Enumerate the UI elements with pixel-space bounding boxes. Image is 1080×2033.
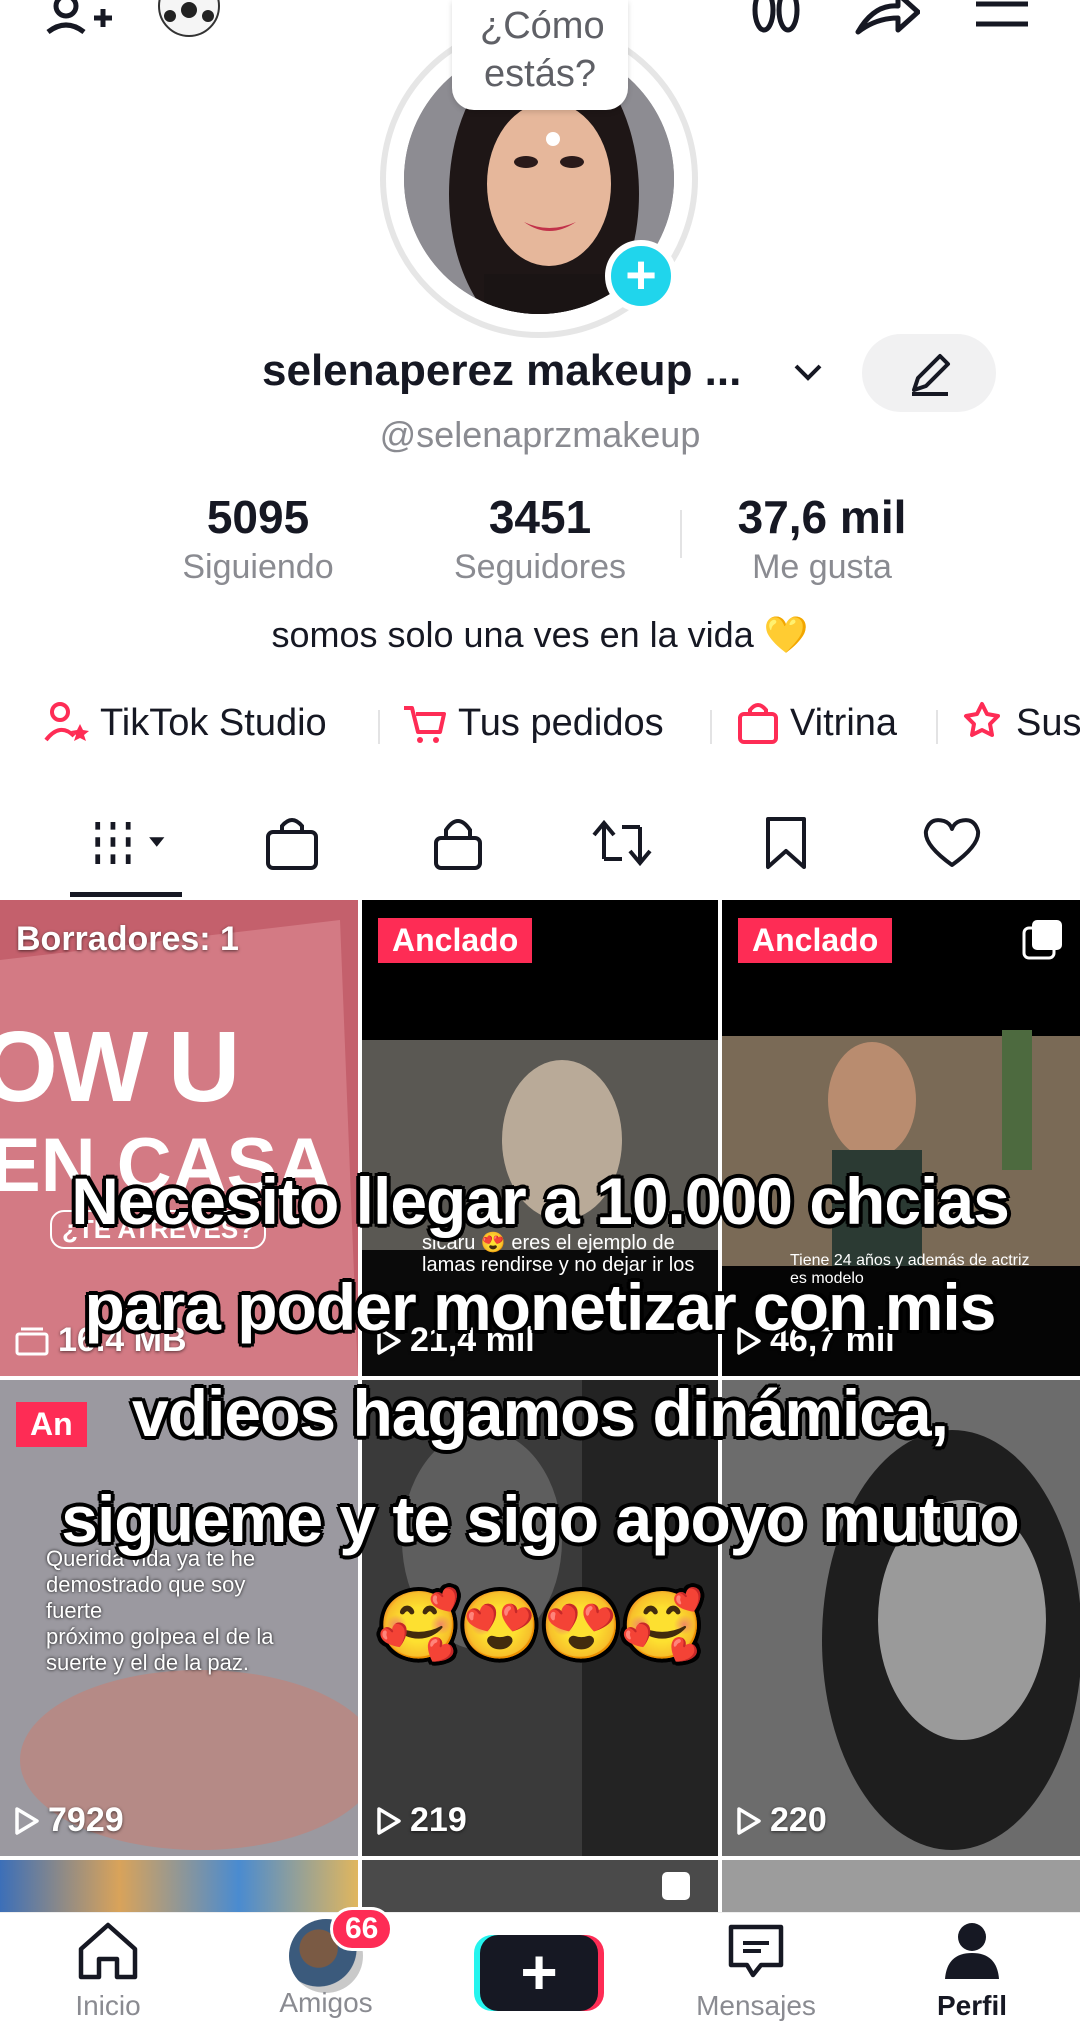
- profile-links-row: TikTok Studio Tus pedidos Vitrina Sus: [0, 700, 1080, 752]
- view-count-text: 219: [410, 1801, 467, 1839]
- play-icon: [737, 1806, 761, 1835]
- tiktok-studio-link[interactable]: TikTok Studio: [44, 700, 327, 746]
- plus-icon: +: [520, 1936, 558, 2008]
- followers-label: Seguidores: [453, 548, 626, 586]
- star-hand-icon: [964, 702, 1000, 737]
- pinned-badge: Anclado: [738, 918, 893, 963]
- add-story-button[interactable]: +: [605, 240, 677, 312]
- nav-profile[interactable]: Perfil: [892, 1919, 1052, 2022]
- menu-icon[interactable]: [974, 0, 1030, 40]
- drafts-label: Borradores: 1: [16, 920, 239, 958]
- video-tile[interactable]: [362, 1860, 718, 1912]
- chevron-down-icon[interactable]: [790, 354, 826, 395]
- soccer-ball-icon: [158, 0, 220, 40]
- bag-icon: [266, 818, 318, 870]
- nav-profile-label: Perfil: [936, 1990, 1008, 2021]
- view-count-text: 7929: [48, 1801, 124, 1839]
- nav-friends-label: Amigos: [279, 1987, 373, 2018]
- status-bubble[interactable]: ¿Cómo estás?: [452, 0, 628, 110]
- grid-icon: [95, 822, 165, 864]
- status-bubble-text: ¿Cómo estás?: [480, 5, 605, 95]
- videos-tab[interactable]: [92, 808, 172, 878]
- create-button[interactable]: +: [480, 1935, 598, 2011]
- bio-text: somos solo una ves en la vida 💛: [271, 614, 809, 655]
- link-separator: [936, 710, 938, 744]
- video-tile[interactable]: [722, 1860, 1080, 1912]
- showcase-label: Vitrina: [790, 701, 898, 744]
- nav-home[interactable]: Inicio: [28, 1919, 188, 2022]
- bubble-dot: [546, 132, 560, 146]
- add-friend-icon[interactable]: [44, 0, 114, 40]
- edit-profile-button[interactable]: [862, 334, 996, 412]
- display-name[interactable]: selenaperez makeup ...: [262, 346, 741, 396]
- showcase-link[interactable]: Vitrina: [736, 700, 897, 746]
- private-tab[interactable]: [418, 808, 498, 878]
- saved-tab[interactable]: [746, 808, 826, 878]
- overlay-caption: Necesito llegar a 10.000 chcias para pod…: [61, 1164, 1020, 1662]
- repost-icon: [592, 819, 652, 867]
- followers-count: 3451: [488, 491, 592, 543]
- shopping-bag-icon: [738, 703, 778, 744]
- person-star-icon: [44, 702, 89, 742]
- home-icon: [78, 1922, 138, 1980]
- lock-icon: [434, 819, 482, 870]
- bottom-nav: Inicio Amigos 66 + Mensajes Perfil: [0, 1907, 1080, 2033]
- video-tile[interactable]: [0, 1860, 358, 1912]
- view-count: 219: [376, 1801, 467, 1840]
- nav-messages-label: Mensajes: [696, 1990, 816, 2021]
- subscription-label: Sus: [1016, 701, 1080, 744]
- pencil-icon: [912, 354, 950, 396]
- following-label: Siguiendo: [182, 548, 334, 586]
- likes-label: Me gusta: [752, 548, 892, 586]
- message-icon: [728, 1924, 784, 1978]
- share-icon[interactable]: [854, 0, 921, 40]
- username-handle: @selenaprzmakeup: [379, 414, 701, 455]
- profile-icon: [945, 1923, 999, 1979]
- following-count: 5095: [206, 491, 310, 543]
- pinned-badge: Anclado: [378, 918, 533, 963]
- multi-photo-icon: [658, 1868, 694, 1909]
- orders-label: Tus pedidos: [458, 701, 664, 744]
- tiktok-studio-label: TikTok Studio: [100, 701, 327, 744]
- footprints-icon[interactable]: [748, 0, 804, 40]
- reposts-tab[interactable]: [582, 808, 662, 878]
- bookmark-icon: [766, 817, 806, 869]
- heart-icon: [923, 818, 981, 867]
- view-count-text: 220: [770, 1801, 827, 1839]
- cart-icon: [404, 706, 446, 743]
- view-count: 7929: [14, 1801, 124, 1840]
- subscription-link[interactable]: Sus: [960, 700, 1080, 746]
- shop-tab[interactable]: [252, 808, 332, 878]
- link-separator: [378, 710, 380, 744]
- friends-notification-badge: 66: [330, 1907, 394, 1951]
- stat-followers[interactable]: 3451 Seguidores: [400, 490, 680, 587]
- nav-home-label: Inicio: [75, 1990, 141, 2021]
- draft-thumb-text: OW U: [0, 1011, 240, 1123]
- multi-photo-icon: [1022, 918, 1064, 965]
- stat-likes[interactable]: 37,6 mil Me gusta: [682, 490, 962, 587]
- active-tab-indicator: [70, 892, 182, 897]
- play-icon: [15, 1806, 39, 1835]
- link-separator: [710, 710, 712, 744]
- view-count: 220: [736, 1801, 827, 1840]
- liked-tab[interactable]: [912, 808, 992, 878]
- nav-messages[interactable]: Mensajes: [676, 1919, 836, 2022]
- play-icon: [377, 1806, 401, 1835]
- likes-count: 37,6 mil: [737, 491, 907, 543]
- orders-link[interactable]: Tus pedidos: [402, 700, 664, 746]
- stat-following[interactable]: 5095 Siguiendo: [118, 490, 398, 587]
